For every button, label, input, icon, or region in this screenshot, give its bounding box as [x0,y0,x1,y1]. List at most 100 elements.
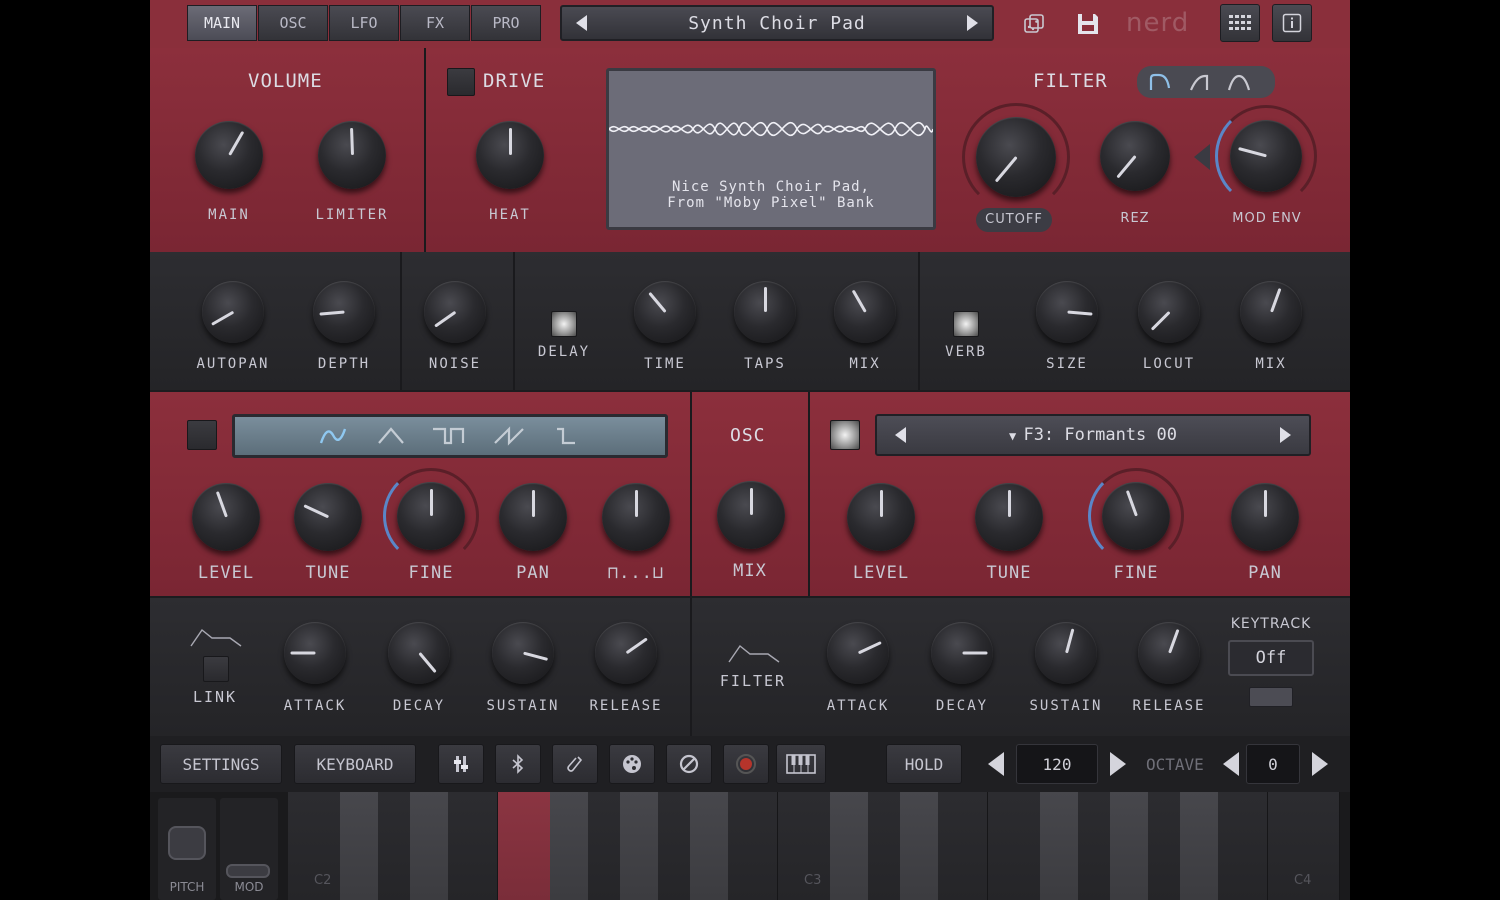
osc2-toggle[interactable] [830,420,860,450]
dice-icon[interactable] [1018,8,1050,40]
tempo-decrease-icon[interactable] [988,752,1004,776]
delay-toggle[interactable] [551,311,577,337]
octave-value[interactable]: 0 [1246,744,1300,784]
main-volume-knob[interactable] [195,121,263,189]
sliders-button[interactable] [438,744,484,784]
black-key[interactable] [410,792,448,900]
osc-mix-knob[interactable] [717,481,785,549]
delay-taps-knob[interactable] [734,281,796,343]
link-toggle[interactable] [203,656,229,682]
octave-increase-icon[interactable] [1312,752,1328,776]
black-key[interactable] [1180,792,1218,900]
mod-wheel[interactable]: MOD [220,798,278,900]
tab-lfo[interactable]: LFO [329,5,399,41]
tab-main[interactable]: MAIN [187,5,257,41]
amp-decay-knob[interactable] [388,622,450,684]
hold-button[interactable]: HOLD [886,744,962,784]
heat-knob[interactable] [476,121,544,189]
verb-size-knob[interactable] [1036,281,1098,343]
mod-env-knob[interactable] [1230,120,1302,192]
pitch-wheel[interactable]: PITCH [158,798,216,900]
osc2-fine-knob[interactable] [1102,482,1170,550]
filter-title: FILTER [1033,70,1108,92]
cutoff-badge: CUTOFF [976,208,1052,232]
black-key[interactable] [690,792,728,900]
tab-fx[interactable]: FX [400,5,470,41]
link-button[interactable] [552,744,598,784]
filter-decay-knob[interactable] [931,622,993,684]
tab-osc[interactable]: OSC [258,5,328,41]
noise-knob[interactable] [424,281,486,343]
verb-mix-knob[interactable] [1240,281,1302,343]
palette-icon [623,755,641,773]
keytrack-toggle[interactable] [1249,687,1293,707]
black-key[interactable] [830,792,868,900]
mod-wheel-handle[interactable] [226,864,270,878]
amp-release-knob[interactable] [595,622,657,684]
save-icon[interactable] [1072,8,1104,40]
settings-button[interactable]: SETTINGS [160,744,282,784]
black-key[interactable] [620,792,658,900]
mod-env-arrow-icon[interactable] [1194,144,1210,170]
black-key[interactable] [900,792,938,900]
osc1-level-knob[interactable] [192,483,260,551]
octave-decrease-icon[interactable] [1223,752,1239,776]
delay-mix-label: MIX [849,356,881,372]
filter-type-selector[interactable] [1137,66,1275,98]
drive-toggle[interactable] [447,68,475,96]
osc2-next-icon[interactable] [1279,427,1291,443]
prev-preset-icon[interactable] [576,15,587,31]
grid-button[interactable] [1220,4,1260,42]
osc1-pulse-width-knob[interactable] [602,483,670,551]
cutoff-knob[interactable] [976,117,1056,197]
black-key[interactable] [1110,792,1148,900]
amp-sustain-knob[interactable] [492,622,554,684]
record-button[interactable] [723,744,769,784]
preset-name[interactable]: Synth Choir Pad [688,13,866,34]
keytrack-selector[interactable]: Off [1228,640,1314,676]
osc2-preset-name[interactable]: ▼ F3: Formants 00 [1009,425,1177,445]
filter-sustain-knob[interactable] [1035,622,1097,684]
verb-locut-knob[interactable] [1138,281,1200,343]
sliders-icon [454,756,468,772]
osc-mix-title: OSC [730,425,766,446]
white-key[interactable]: C4 [1268,792,1340,900]
disable-button[interactable] [666,744,712,784]
osc1-pan-knob[interactable] [499,483,567,551]
rez-knob[interactable] [1100,121,1170,191]
delay-mix-knob[interactable] [834,281,896,343]
note-label-c3: C3 [804,873,822,888]
amp-attack-knob[interactable] [284,622,346,684]
limiter-knob[interactable] [318,121,386,189]
verb-toggle[interactable] [953,311,979,337]
osc2-tune-knob[interactable] [975,483,1043,551]
black-key[interactable] [340,792,378,900]
piano-button[interactable] [776,744,826,784]
tempo-increase-icon[interactable] [1110,752,1126,776]
black-key[interactable] [550,792,588,900]
pitch-wheel-handle[interactable] [168,826,206,860]
tab-pro[interactable]: PRO [471,5,541,41]
osc1-toggle[interactable] [187,420,217,450]
link-icon [567,756,583,772]
next-preset-icon[interactable] [967,15,978,31]
osc1-waveform-selector[interactable] [232,414,668,458]
mod-label: MOD [234,880,264,894]
filter-attack-knob[interactable] [827,622,889,684]
osc1-tune-knob[interactable] [294,483,362,551]
osc2-prev-icon[interactable] [895,427,906,443]
bluetooth-button[interactable] [495,744,541,784]
filter-release-knob[interactable] [1138,622,1200,684]
osc2-level-knob[interactable] [847,483,915,551]
tempo-value[interactable]: 120 [1016,744,1098,784]
depth-label: DEPTH [317,356,371,372]
depth-knob[interactable] [313,281,375,343]
info-button[interactable] [1272,4,1312,42]
autopan-knob[interactable] [202,281,264,343]
osc1-fine-knob[interactable] [397,482,465,550]
keyboard-button[interactable]: KEYBOARD [294,744,416,784]
palette-button[interactable] [609,744,655,784]
delay-time-knob[interactable] [634,281,696,343]
osc2-pan-knob[interactable] [1231,483,1299,551]
black-key[interactable] [1040,792,1078,900]
